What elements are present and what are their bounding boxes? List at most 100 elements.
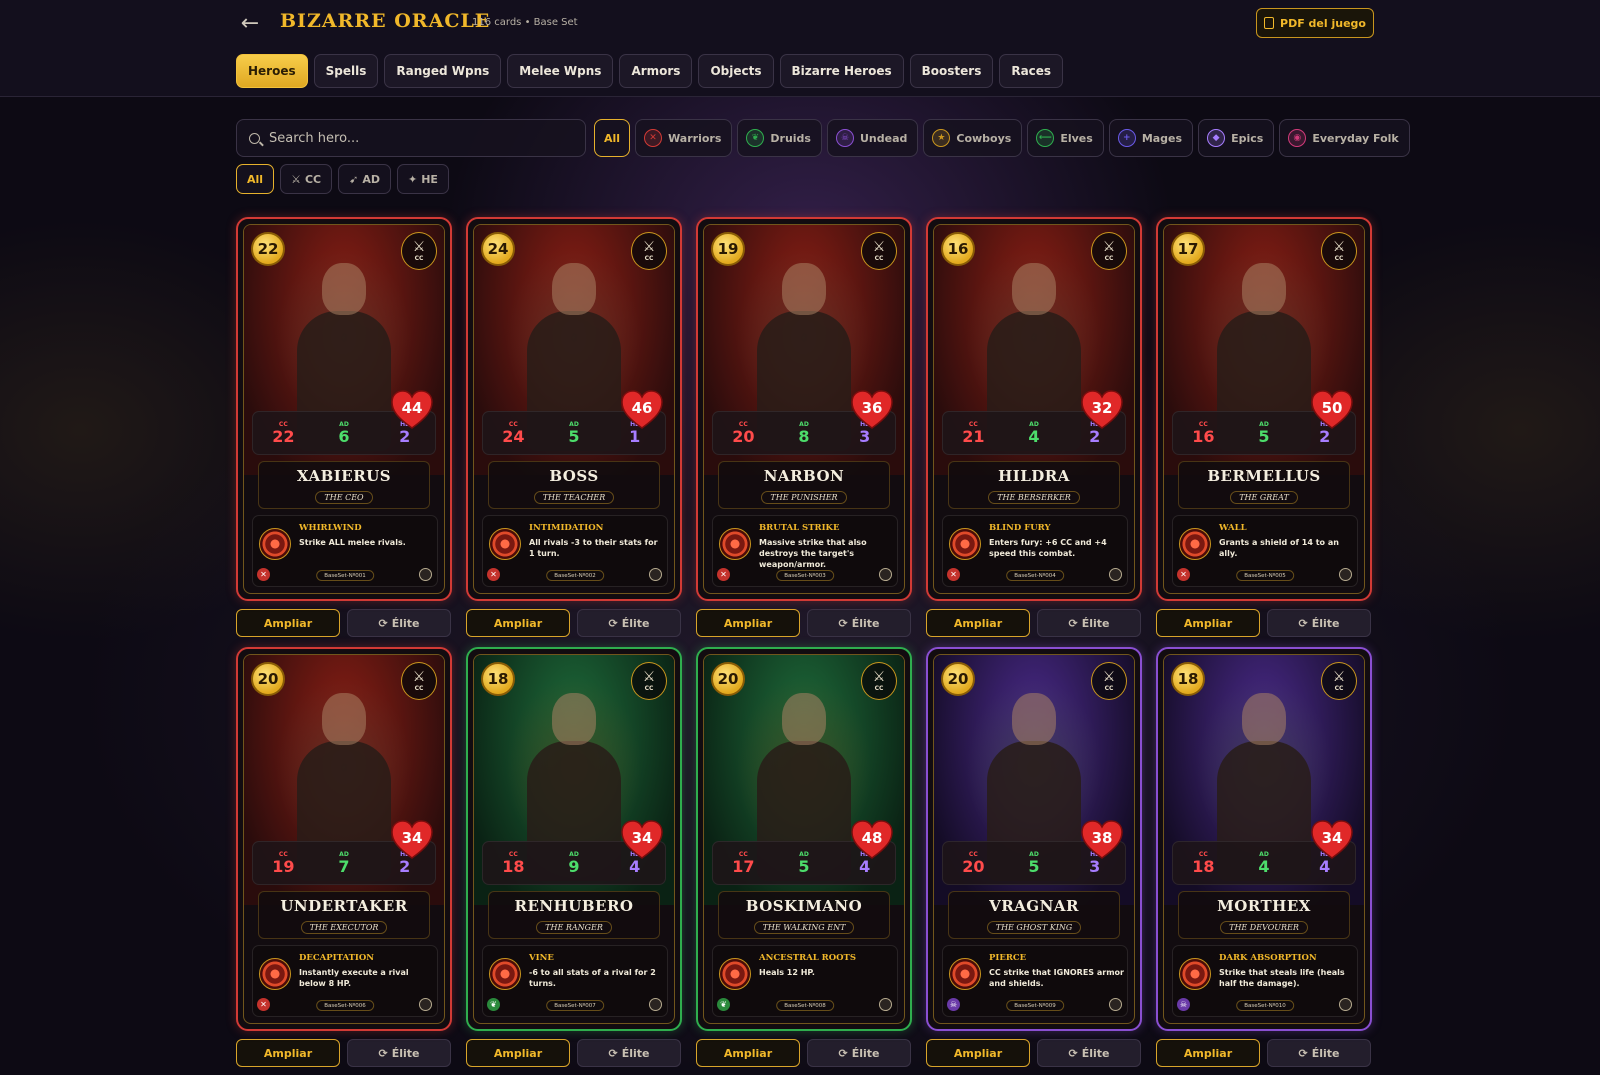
ampliar-button[interactable]: Ampliar <box>466 609 570 637</box>
ability-text: Strike that steals life (heals half the … <box>1219 968 1345 988</box>
elite-button[interactable]: ⟳ Élite <box>347 1039 451 1067</box>
crossed-swords-icon: ⚔ <box>412 669 426 685</box>
name-plate: XABIERUS THE CEO <box>258 461 430 509</box>
elite-button[interactable]: ⟳ Élite <box>1267 1039 1371 1067</box>
pdf-button[interactable]: PDF del juego <box>1256 8 1374 38</box>
type-label: CC <box>874 685 884 692</box>
tab-melee-wpns[interactable]: Melee Wpns <box>507 54 614 88</box>
hp-heart: 34 <box>390 820 434 860</box>
name-plate: RENHUBERO THE RANGER <box>488 891 660 939</box>
hero-card-cell: 17 ⚔ CC CC 16 AD 5 HE 2 50 BERMELLUS THE… <box>1156 217 1372 637</box>
ampliar-button[interactable]: Ampliar <box>466 1039 570 1067</box>
race-filter-all[interactable]: All <box>594 119 631 157</box>
elite-button[interactable]: ⟳ Élite <box>347 609 451 637</box>
race-mark-icon: ✕ <box>1177 568 1190 581</box>
stat-cc-value: 20 <box>962 856 985 876</box>
type-filter-he[interactable]: ✦ HE <box>396 164 449 194</box>
tab-boosters[interactable]: Boosters <box>909 54 994 88</box>
race-filter-cowboys[interactable]: ★ Cowboys <box>923 119 1023 157</box>
rarity-mark-icon <box>419 998 432 1011</box>
hero-card[interactable]: 20 ⚔ CC CC 19 AD 7 HE 2 34 UNDERTAKER TH… <box>236 647 452 1031</box>
race-filter-label: Elves <box>1060 131 1093 145</box>
race-filter-warriors[interactable]: ✕ Warriors <box>635 119 733 157</box>
elite-button[interactable]: ⟳ Élite <box>807 1039 911 1067</box>
tab-races[interactable]: Races <box>999 54 1064 88</box>
ability-box: DECAPITATION Instantly execute a rival b… <box>252 945 438 1017</box>
stat-cc: CC 21 <box>953 421 993 446</box>
ampliar-button[interactable]: Ampliar <box>926 609 1030 637</box>
type-filter-ad[interactable]: ➹ AD <box>338 164 391 194</box>
tab-armors[interactable]: Armors <box>619 54 693 88</box>
hero-title: THE CEO <box>315 491 373 504</box>
stat-cc: CC 19 <box>263 851 303 876</box>
ampliar-label: Ampliar <box>953 616 1003 630</box>
race-filter-druids[interactable]: ❦ Druids <box>737 119 822 157</box>
stat-ad-value: 6 <box>338 426 350 446</box>
elite-button[interactable]: ⟳ Élite <box>1037 609 1141 637</box>
ability-name: PIERCE <box>989 953 1027 963</box>
stat-cc-value: 22 <box>272 426 295 446</box>
back-arrow-icon[interactable]: ← <box>238 12 262 36</box>
spiral-icon <box>949 958 981 990</box>
race-mark-icon: ☠ <box>947 998 960 1011</box>
card-frame: 20 ⚔ CC CC 17 AD 5 HE 4 48 BOSKIMANO THE… <box>703 654 905 1024</box>
type-filter-label: AD <box>362 172 380 186</box>
hp-value: 34 <box>401 829 423 847</box>
race-filter-everyday-folk[interactable]: ◉ Everyday Folk <box>1279 119 1410 157</box>
tab-ranged-wpns[interactable]: Ranged Wpns <box>384 54 502 88</box>
hero-card[interactable]: 17 ⚔ CC CC 16 AD 5 HE 2 50 BERMELLUS THE… <box>1156 217 1372 601</box>
ampliar-label: Ampliar <box>263 616 313 630</box>
card-actions: Ampliar ⟳ Élite <box>466 1039 682 1067</box>
hp-heart: 50 <box>1310 390 1354 430</box>
ability-name: BRUTAL STRIKE <box>759 523 840 533</box>
race-filter-mages[interactable]: + Mages <box>1108 119 1194 157</box>
ampliar-button[interactable]: Ampliar <box>926 1039 1030 1067</box>
hero-card-cell: 22 ⚔ CC CC 22 AD 6 HE 2 44 XABIERUS THE … <box>236 217 452 637</box>
ability-name: INTIMIDATION <box>529 523 604 533</box>
name-plate: NARBON THE PUNISHER <box>718 461 890 509</box>
hero-card[interactable]: 22 ⚔ CC CC 22 AD 6 HE 2 44 XABIERUS THE … <box>236 217 452 601</box>
race-filter-elves[interactable]: ⟵ Elves <box>1027 119 1104 157</box>
hero-head <box>1242 693 1286 745</box>
elite-button[interactable]: ⟳ Élite <box>807 609 911 637</box>
hero-card[interactable]: 20 ⚔ CC CC 17 AD 5 HE 4 48 BOSKIMANO THE… <box>696 647 912 1031</box>
ampliar-button[interactable]: Ampliar <box>236 1039 340 1067</box>
ability-text: Heals 12 HP. <box>759 968 815 977</box>
ability-name: ANCESTRAL ROOTS <box>759 953 857 963</box>
type-badge: ⚔ CC <box>1091 232 1127 270</box>
type-badge: ⚔ CC <box>1321 662 1357 700</box>
card-frame: 19 ⚔ CC CC 20 AD 8 HE 3 36 NARBON THE PU… <box>703 224 905 594</box>
elite-button[interactable]: ⟳ Élite <box>1267 609 1371 637</box>
hero-card[interactable]: 18 ⚔ CC CC 18 AD 4 HE 4 34 MORTHEX THE D… <box>1156 647 1372 1031</box>
tab-objects[interactable]: Objects <box>698 54 774 88</box>
hero-name: XABIERUS <box>296 467 392 485</box>
card-actions: Ampliar ⟳ Élite <box>1156 1039 1372 1067</box>
hero-card[interactable]: 19 ⚔ CC CC 20 AD 8 HE 3 36 NARBON THE PU… <box>696 217 912 601</box>
hero-card[interactable]: 20 ⚔ CC CC 20 AD 5 HE 3 38 VRAGNAR THE G… <box>926 647 1142 1031</box>
ampliar-button[interactable]: Ampliar <box>696 609 800 637</box>
rarity-mark-icon <box>1339 998 1352 1011</box>
elite-button[interactable]: ⟳ Élite <box>577 609 681 637</box>
race-filter-label: Undead <box>859 131 908 145</box>
hero-card[interactable]: 18 ⚔ CC CC 18 AD 9 HE 4 34 RENHUBERO THE… <box>466 647 682 1031</box>
ampliar-button[interactable]: Ampliar <box>1156 609 1260 637</box>
elite-button[interactable]: ⟳ Élite <box>577 1039 681 1067</box>
stat-ad: AD 7 <box>324 851 364 876</box>
race-filter-epics[interactable]: ◆ Epics <box>1198 119 1275 157</box>
ampliar-button[interactable]: Ampliar <box>236 609 340 637</box>
tab-bizarre-heroes[interactable]: Bizarre Heroes <box>779 54 904 88</box>
ampliar-button[interactable]: Ampliar <box>696 1039 800 1067</box>
hero-card[interactable]: 16 ⚔ CC CC 21 AD 4 HE 2 32 HILDRA THE BE… <box>926 217 1142 601</box>
tab-heroes[interactable]: Heroes <box>236 54 308 88</box>
elite-button[interactable]: ⟳ Élite <box>1037 1039 1141 1067</box>
race-filter-undead[interactable]: ☠ Undead <box>826 119 919 157</box>
ampliar-button[interactable]: Ampliar <box>1156 1039 1260 1067</box>
tab-spells[interactable]: Spells <box>313 54 379 88</box>
type-filter-all[interactable]: All <box>236 164 275 194</box>
search-input[interactable] <box>269 130 559 146</box>
type-filter-cc[interactable]: ⚔ CC <box>280 164 333 194</box>
search-box[interactable] <box>236 119 586 157</box>
type-label: CC <box>1334 685 1344 692</box>
hero-card[interactable]: 24 ⚔ CC CC 24 AD 5 HE 1 46 BOSS THE TEAC… <box>466 217 682 601</box>
hero-title: THE TEACHER <box>533 491 615 504</box>
